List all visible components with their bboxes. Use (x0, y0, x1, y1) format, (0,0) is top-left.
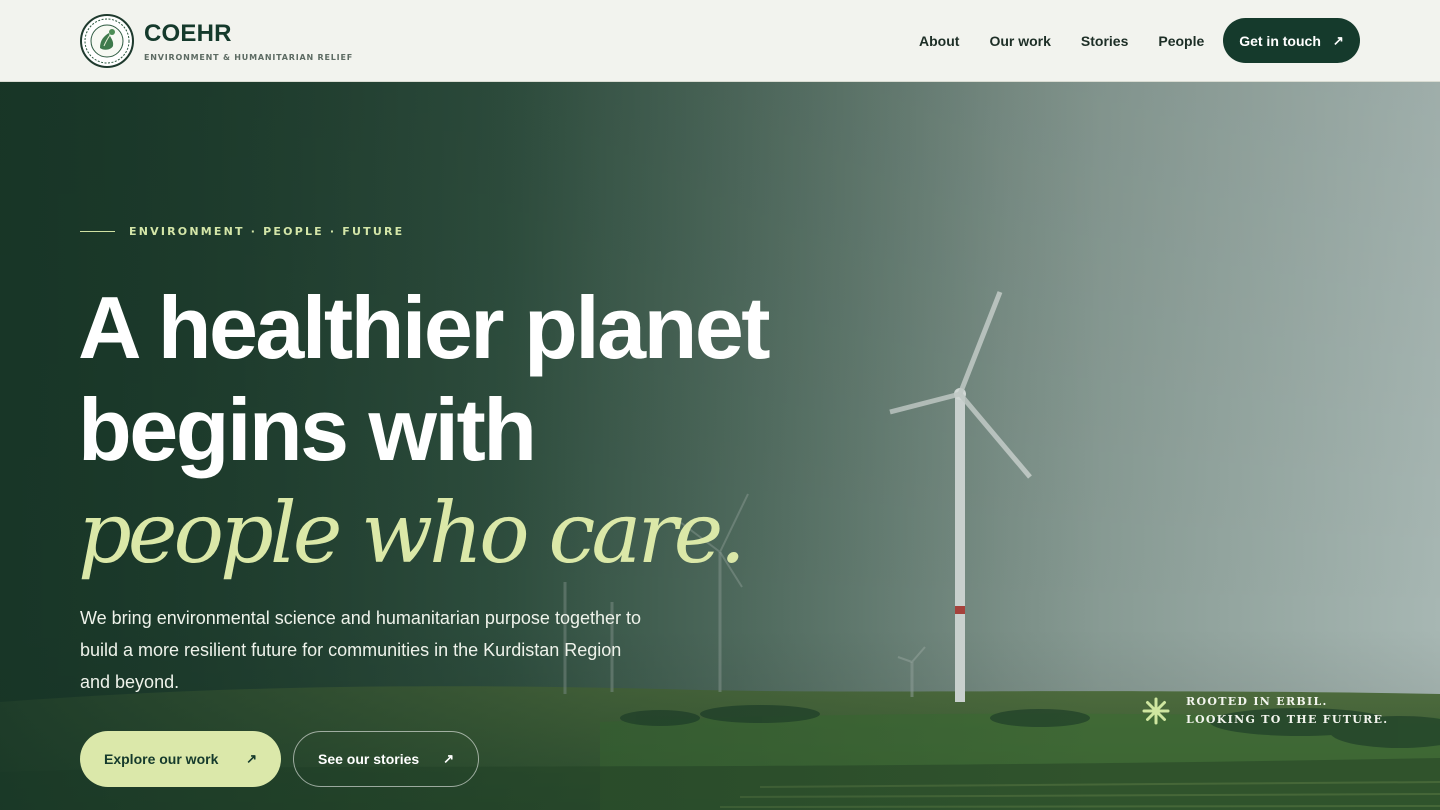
brand-tagline: ENVIRONMENT & HUMANITARIAN RELIEF (144, 52, 353, 62)
site-header: COEHR ENVIRONMENT & HUMANITARIAN RELIEF … (0, 0, 1440, 82)
emblem-icon (80, 14, 134, 68)
location-badge: ROOTED IN ERBIL. LOOKING TO THE FUTURE. (1142, 693, 1388, 729)
see-our-stories-label: See our stories (318, 751, 420, 767)
asterisk-icon (1142, 697, 1170, 725)
get-in-touch-button[interactable]: Get in touch ↗ (1223, 18, 1360, 63)
badge-line-1: ROOTED IN ERBIL. (1186, 695, 1328, 708)
get-in-touch-label: Get in touch (1239, 32, 1321, 49)
arrow-up-right-icon: ↗ (443, 751, 454, 766)
explore-our-work-button[interactable]: Explore our work ↗ (80, 731, 281, 787)
nav-about[interactable]: About (919, 30, 959, 52)
arrow-up-right-icon: ↗ (1332, 32, 1344, 48)
see-our-stories-button[interactable]: See our stories ↗ (293, 731, 479, 787)
badge-line-2: LOOKING TO THE FUTURE. (1186, 713, 1389, 726)
brand-name: COEHR (144, 19, 232, 47)
headline-line-2: begins with (78, 380, 537, 479)
arrow-up-right-icon: ↗ (246, 751, 257, 766)
nav-people[interactable]: People (1158, 30, 1204, 52)
eyebrow-divider (80, 231, 115, 232)
hero-lead-text: We bring environmental science and human… (80, 608, 642, 692)
hero-eyebrow: ENVIRONMENT · PEOPLE · FUTURE (80, 225, 404, 238)
hero-headline: A healthier planet begins with people wh… (78, 277, 978, 584)
main-nav: About Our work Stories People (919, 30, 1204, 52)
brand-logo[interactable]: COEHR ENVIRONMENT & HUMANITARIAN RELIEF (80, 14, 353, 68)
nav-stories[interactable]: Stories (1081, 30, 1128, 52)
headline-accent: people who care. (78, 484, 746, 582)
eyebrow-text: ENVIRONMENT · PEOPLE · FUTURE (129, 225, 405, 238)
nav-our-work[interactable]: Our work (989, 30, 1050, 52)
hero-section: ENVIRONMENT · PEOPLE · FUTURE A healthie… (0, 82, 1440, 810)
headline-line-1: A healthier planet (78, 278, 771, 377)
explore-our-work-label: Explore our work (104, 751, 219, 767)
